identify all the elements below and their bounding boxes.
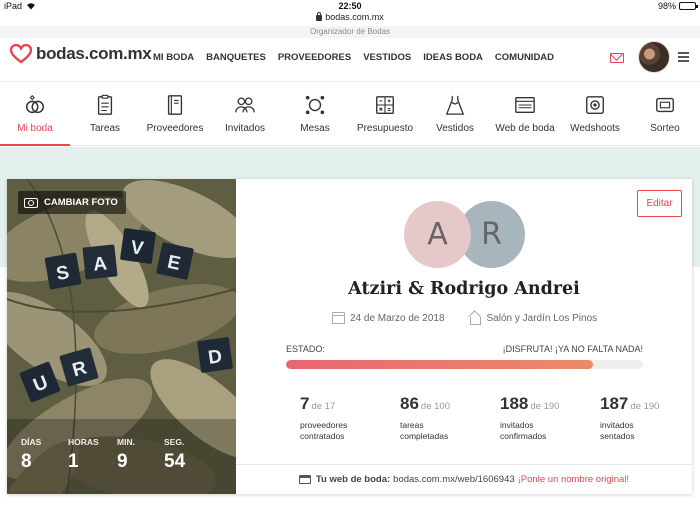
progress-fill (286, 360, 594, 369)
tool-vestidos[interactable]: Vestidos (420, 83, 490, 146)
countdown-seconds: SEG. 54 (164, 437, 186, 472)
wedding-venue: Salón y Jardín Los Pinos (486, 312, 598, 324)
nav-banquetes[interactable]: BANQUETES (206, 52, 266, 63)
battery-percent: 98% (657, 1, 676, 11)
tool-label: Proveedores (146, 123, 204, 134)
tool-label: Sorteo (650, 123, 680, 134)
change-photo-label: CAMBIAR FOTO (44, 197, 118, 208)
guests-icon (235, 97, 255, 113)
status-message: ¡DISFRUTA! ¡YA NO FALTA NADA! (502, 344, 643, 354)
tool-label: Mesas (300, 123, 330, 134)
hamburger-menu-icon[interactable] (678, 52, 689, 62)
tool-label: Web de boda (495, 123, 555, 134)
tool-tareas[interactable]: Tareas (70, 83, 140, 146)
tool-label: Presupuesto (356, 123, 414, 134)
brand-name: bodas.com.mx (36, 44, 152, 63)
battery-icon (679, 2, 698, 10)
tool-label: Mi boda (17, 123, 53, 134)
status-bar: iPad 22:50 98% (0, 0, 700, 12)
rename-website-link[interactable]: ¡Ponle un nombre original! (518, 474, 629, 485)
tool-invitados[interactable]: Invitados (210, 83, 280, 146)
tile-letter: D (207, 346, 224, 369)
user-avatar[interactable] (638, 41, 670, 73)
tool-label: Wedshoots (570, 123, 620, 134)
stat-tareas[interactable]: 86 de 100 tareas completadas (400, 394, 450, 442)
website-icon (515, 96, 535, 114)
top-navigation: bodas.com.mx MI BODA BANQUETES PROVEEDOR… (0, 38, 700, 82)
tool-mi-boda[interactable]: Mi boda (0, 83, 70, 146)
heart-logo-icon (10, 44, 32, 64)
table-icon (305, 95, 325, 115)
venue-icon (468, 312, 482, 325)
partner-a-avatar: A (404, 201, 471, 268)
countdown-days: DÍAS 8 (21, 437, 42, 472)
camera-icon (586, 96, 604, 114)
camera-icon (24, 197, 38, 208)
tool-label: Tareas (89, 123, 120, 134)
url-text: bodas.com.mx (325, 12, 384, 22)
tool-label: Invitados (224, 123, 266, 134)
nav-ideas-boda[interactable]: IDEAS BODA (423, 52, 483, 63)
wedding-summary-card: S A V E U R D CAMBIAR FOTO DÍAS 8 HORAS 1 … (7, 179, 692, 494)
brand-logo[interactable]: bodas.com.mx (10, 44, 152, 64)
countdown-minutes: MIN. 9 (117, 437, 135, 472)
website-url[interactable]: bodas.com.mx/web/1606943 (393, 474, 514, 485)
couple-photo: S A V E U R D CAMBIAR FOTO DÍAS 8 HORAS 1 … (7, 179, 236, 494)
tool-mesas[interactable]: Mesas (280, 83, 350, 146)
stat-invitados-sentados[interactable]: 187 de 190 invitados sentados (600, 394, 659, 442)
checklist-icon (97, 94, 113, 115)
tool-label: Vestidos (436, 123, 474, 134)
couple-names: Atziri & Rodrigo Andrei (348, 279, 580, 299)
nav-mi-boda[interactable]: MI BODA (153, 52, 194, 63)
tool-presupuesto[interactable]: Presupuesto (350, 83, 420, 146)
notebook-icon (167, 95, 183, 115)
status-time: 22:50 (338, 1, 362, 11)
progress-bar (286, 360, 643, 369)
planner-tools-bar: Mi boda Tareas Proveedores Invitados Mes… (0, 83, 700, 146)
nav-proveedores[interactable]: PROVEEDORES (278, 52, 351, 63)
stat-invitados-confirmados[interactable]: 188 de 190 invitados confirmados (500, 394, 559, 442)
tool-web-de-boda[interactable]: Web de boda (490, 83, 560, 146)
tool-sorteo[interactable]: Sorteo (630, 83, 700, 146)
status-label: ESTADO: (286, 344, 325, 354)
tool-proveedores[interactable]: Proveedores (140, 83, 210, 146)
browser-tab-title[interactable]: Organizador de Bodas (0, 26, 700, 38)
rings-icon (26, 95, 44, 114)
dress-icon (445, 95, 465, 115)
change-photo-button[interactable]: CAMBIAR FOTO (18, 191, 126, 214)
main-menu: MI BODA BANQUETES PROVEEDORES VESTIDOS I… (153, 52, 566, 63)
wedding-details: 24 de Marzo de 2018 Salón y Jardín Los P… (332, 312, 598, 325)
address-bar[interactable]: bodas.com.mx (0, 11, 700, 26)
nav-comunidad[interactable]: COMUNIDAD (495, 52, 554, 63)
website-label: Tu web de boda: (315, 474, 391, 485)
wedding-website-row: Tu web de boda: bodas.com.mx/web/1606943… (236, 464, 692, 494)
countdown-hours: HORAS 1 (68, 437, 99, 472)
nav-vestidos[interactable]: VESTIDOS (363, 52, 411, 63)
gift-icon (656, 97, 674, 113)
lock-icon (316, 11, 323, 21)
calendar-icon (332, 312, 345, 324)
stat-proveedores[interactable]: 7 de 17 proveedores contratados (300, 394, 347, 442)
website-icon (298, 475, 311, 484)
tile-letter: A (92, 253, 108, 275)
tool-wedshoots[interactable]: Wedshoots (560, 83, 630, 146)
edit-button[interactable]: Editar (637, 190, 682, 217)
calculator-icon (376, 96, 394, 114)
mail-icon[interactable] (610, 53, 624, 63)
wedding-date: 24 de Marzo de 2018 (350, 312, 445, 324)
